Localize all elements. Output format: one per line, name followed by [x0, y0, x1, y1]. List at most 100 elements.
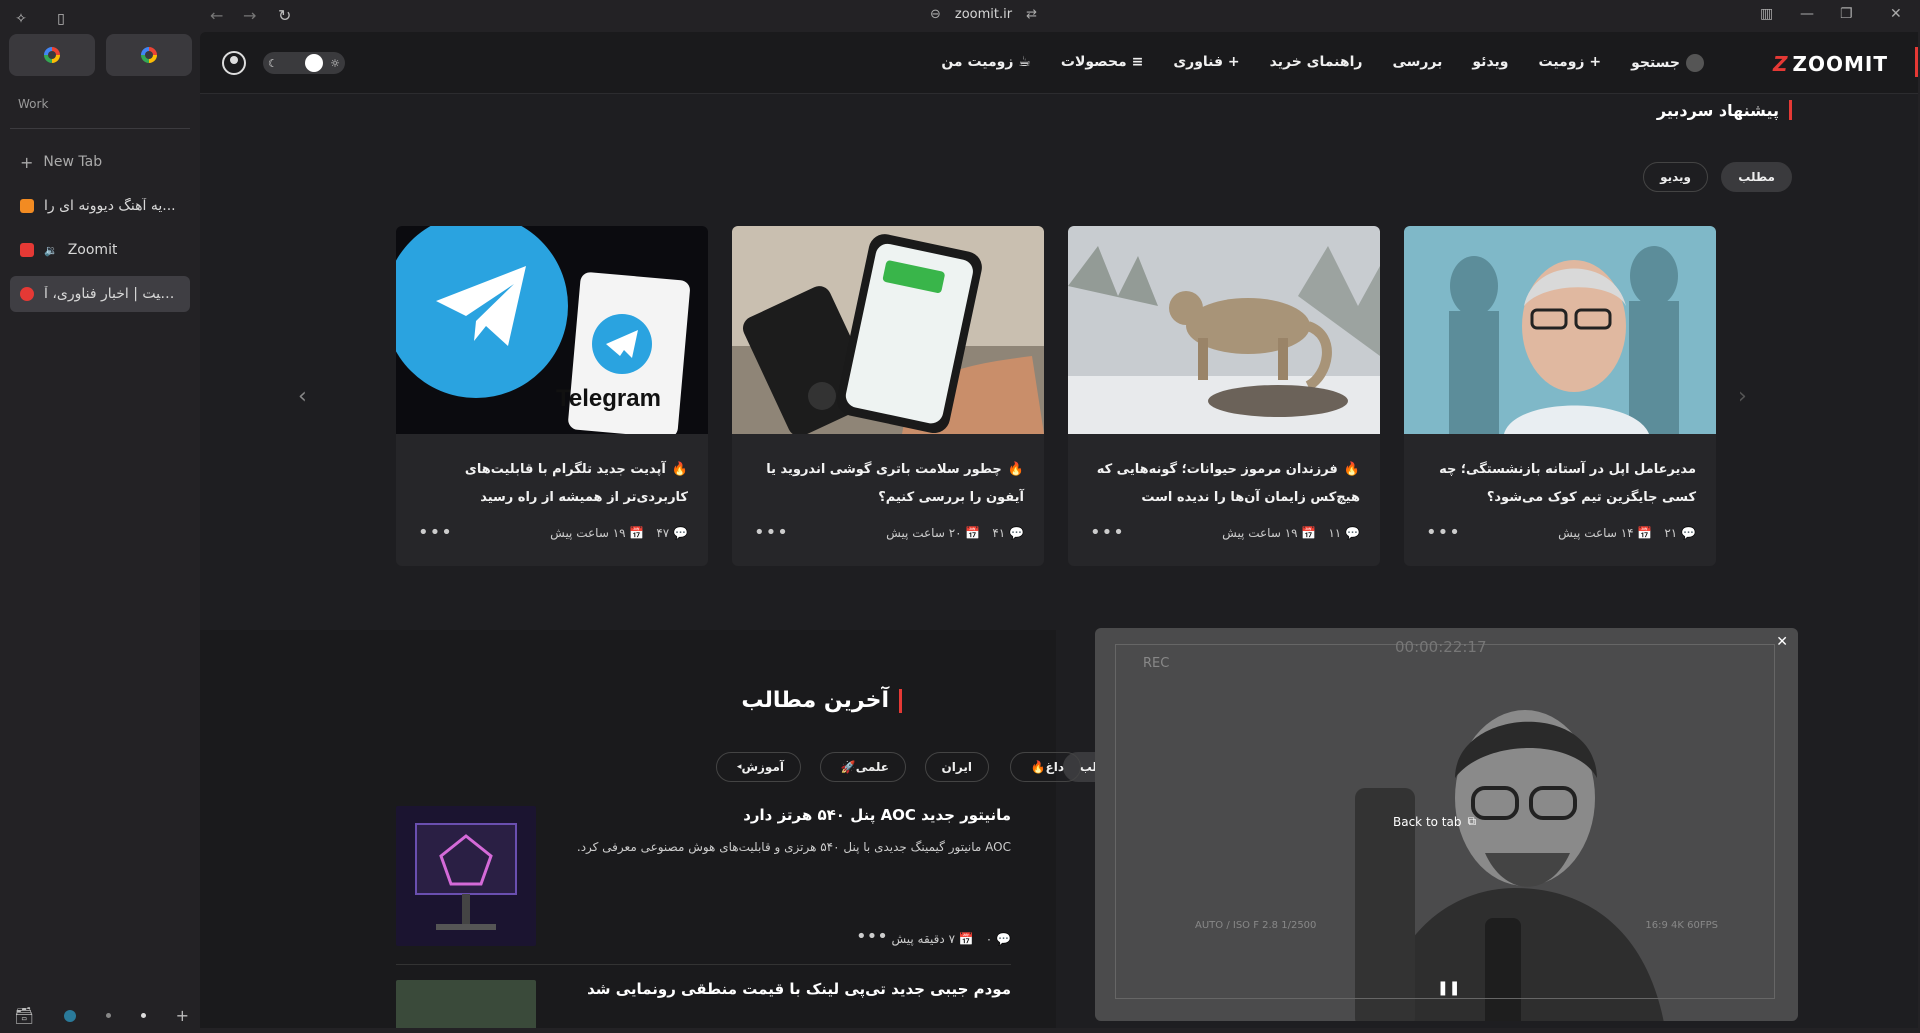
post-title[interactable]: مودم جیبی جدید تی‌پی لینک با قیمت منطقی … [587, 980, 1011, 998]
post-description: AOC مانیتور گیمینگ جدیدی با پنل ۵۴۰ هرتز… [576, 840, 1011, 854]
article-card[interactable]: مدیرعامل اپل در آستانه بازنشستگی؛ چه کسی… [1404, 226, 1716, 566]
card-meta: 💬 ۲۱ 📅 ۱۴ ساعت پیش [1558, 526, 1696, 540]
web-page: Z ZOOMIT ☕ زومیت من ≡ محصولات + فناوری را… [200, 32, 1918, 1028]
post-time: 📅 ۱۹ ساعت پیش [1222, 526, 1317, 540]
list-item[interactable]: مودم جیبی جدید تی‌پی لینک با قیمت منطقی … [396, 980, 1011, 1028]
divider [396, 964, 1011, 965]
carousel-prev-arrow-icon[interactable]: ‹ [298, 384, 307, 409]
filter-chip-hot[interactable]: 🔥 داغ [1009, 752, 1081, 782]
zoomit-favicon-icon [20, 287, 34, 301]
more-options-icon[interactable]: ••• [754, 522, 789, 543]
filter-chip-video[interactable]: ویدیو [1643, 162, 1708, 192]
filter-chip-iran[interactable]: ایران [924, 752, 989, 782]
minimize-icon[interactable]: — [1800, 6, 1814, 22]
pinned-tab-google-1[interactable] [9, 34, 95, 76]
rec-indicator: REC [1143, 656, 1170, 671]
comment-count: 💬 ۱۱ [1328, 526, 1360, 540]
sidebar-toggle-icon[interactable]: ▯ [50, 8, 72, 30]
tab-item-zoomit-youtube[interactable]: 🔉 Zoomit [10, 232, 190, 268]
menu-item-my-zoomit[interactable]: ☕ زومیت من [941, 54, 1031, 72]
comment-value: ۲۱ [1664, 526, 1678, 540]
menu-item-products[interactable]: ≡ محصولات [1061, 54, 1143, 72]
close-pip-icon[interactable]: ✕ [1776, 634, 1788, 650]
tab-label: یه آهنگ دیوونه ای را... [44, 198, 176, 214]
card-title[interactable]: مدیرعامل اپل در آستانه بازنشستگی؛ چه کسی… [1426, 456, 1696, 512]
list-item[interactable]: مانیتور جدید AOC پنل ۵۴۰ هرتز دارد AOC م… [396, 806, 1011, 956]
back-to-tab-button[interactable]: Back to tab ⧉ [1393, 814, 1476, 829]
tab-label: Zoomit [67, 242, 118, 258]
menu-label: زومیت من [941, 54, 1014, 70]
more-options-icon[interactable]: ••• [418, 522, 453, 543]
post-time: 📅 ۱۹ ساعت پیش [550, 526, 645, 540]
split-view-icon[interactable]: ▥ [1760, 6, 1773, 22]
pinned-tab-google-2[interactable] [106, 34, 192, 76]
space-dot-active[interactable] [64, 1009, 77, 1022]
more-options-icon[interactable]: ••• [1426, 522, 1461, 543]
card-title-text: مدیرعامل اپل در آستانه بازنشستگی؛ چه کسی… [1439, 462, 1696, 505]
logo-text: ZOOMIT [1792, 52, 1888, 76]
url-text[interactable]: zoomit.ir [955, 7, 1012, 22]
theme-toggle[interactable]: ☾ ☼ [263, 52, 345, 74]
menu-item-zoomit-plus[interactable]: + زومیت [1539, 54, 1602, 72]
heading-accent-bar [899, 688, 902, 713]
carousel-next-arrow-icon[interactable]: › [1738, 384, 1747, 409]
battery-health-image [732, 226, 1044, 437]
chip-label: داغ [1045, 760, 1064, 774]
forward-arrow-icon[interactable]: → [243, 6, 256, 25]
archive-icon[interactable]: 🗃 [14, 1006, 34, 1025]
card-title[interactable]: 🔥آپدیت جدید تلگرام با قابلیت‌های کاربردی… [418, 456, 688, 512]
svg-text:Telegram: Telegram [556, 385, 661, 412]
heading-accent-bar [1789, 100, 1792, 120]
search-button[interactable]: جستجو [1631, 54, 1704, 72]
filter-chip-tutorial[interactable]: ◂ آموزش [715, 752, 801, 782]
menu-item-tech[interactable]: + فناوری [1173, 54, 1239, 72]
pause-icon[interactable]: ❚❚ [1437, 980, 1460, 996]
menu-item-buying-guide[interactable]: راهنمای خرید [1270, 54, 1363, 72]
address-bar[interactable]: ⊖ zoomit.ir ⇄ [930, 7, 1037, 22]
article-card[interactable]: 🔥چطور سلامت باتری گوشی اندروید یا آیفون … [732, 226, 1044, 566]
speaker-icon[interactable]: 🔉 [44, 244, 58, 257]
link-icon[interactable]: ⊖ [930, 7, 941, 22]
coffee-icon: ☕ [1013, 54, 1031, 70]
youtube-favicon-icon [20, 243, 34, 257]
space-dot[interactable] [140, 1013, 146, 1018]
time-value: ۲۰ ساعت پیش [886, 526, 962, 540]
card-title[interactable]: 🔥فرزندان مرموز حیوانات؛ گونه‌هایی که هیچ… [1090, 456, 1360, 512]
user-account-icon[interactable] [222, 51, 246, 75]
menu-item-video[interactable]: ویدئو [1472, 54, 1508, 72]
reload-icon[interactable]: ↻ [278, 6, 291, 25]
space-dot[interactable] [105, 1013, 111, 1018]
post-time: 📅 ۲۰ ساعت پیش [886, 526, 981, 540]
more-options-icon[interactable]: ••• [856, 926, 888, 947]
new-tab-button[interactable]: + New Tab [10, 144, 190, 180]
snow-leopard-image [1068, 226, 1380, 434]
article-card[interactable]: Telegram 🔥آپدیت جدید تلگرام با قابلیت‌ها… [396, 226, 708, 566]
card-meta: 💬 ۴۱ 📅 ۲۰ ساعت پیش [886, 526, 1024, 540]
zoomit-logo[interactable]: Z ZOOMIT [1773, 52, 1888, 76]
tab-item-music[interactable]: یه آهنگ دیوونه ای را... [10, 188, 190, 224]
more-options-icon[interactable]: ••• [1090, 522, 1125, 543]
card-title-text: آپدیت جدید تلگرام با قابلیت‌های کاربردی‌… [464, 462, 688, 505]
filter-chip-article[interactable]: مطلب [1721, 162, 1792, 192]
workspace-label: Work [18, 97, 49, 111]
google-icon [141, 47, 157, 63]
picture-in-picture-player[interactable]: REC 00:00:22:17 ✕ Back to tab ⧉ AUTO / I… [1095, 628, 1798, 1021]
back-arrow-icon[interactable]: ← [210, 6, 223, 25]
arc-menu-icon[interactable]: ✧ [10, 8, 32, 30]
tim-cook-image [1404, 226, 1716, 434]
site-settings-icon[interactable]: ⇄ [1026, 7, 1037, 22]
editor-pick-heading: پیشنهاد سردبیر [1657, 100, 1792, 120]
tab-item-zoomit-site[interactable]: زومیت | اخبار فناوری، آ... [10, 276, 190, 312]
filter-chip-science[interactable]: 🚀 علمی [819, 752, 906, 782]
time-value: ۱۴ ساعت پیش [1558, 526, 1634, 540]
comment-value: ۰ [985, 932, 993, 946]
divider [10, 128, 190, 129]
close-window-icon[interactable]: ✕ [1890, 6, 1902, 22]
add-space-icon[interactable]: + [176, 1006, 189, 1025]
menu-item-review[interactable]: بررسی [1392, 54, 1442, 72]
card-title[interactable]: 🔥چطور سلامت باتری گوشی اندروید یا آیفون … [754, 456, 1024, 512]
post-title[interactable]: مانیتور جدید AOC پنل ۵۴۰ هرتز دارد [743, 806, 1011, 824]
post-time: 📅 ۱۴ ساعت پیش [1558, 526, 1653, 540]
maximize-icon[interactable]: ❐ [1840, 6, 1853, 22]
article-card[interactable]: 🔥فرزندان مرموز حیوانات؛ گونه‌هایی که هیچ… [1068, 226, 1380, 566]
